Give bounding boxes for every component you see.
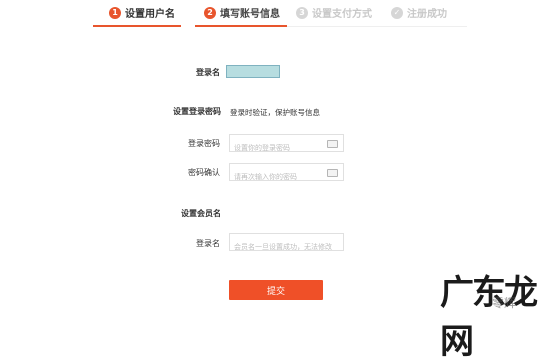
watermark-logo: 广东龙网 <box>440 273 538 362</box>
step-number: 3 <box>296 6 308 19</box>
watermark-subtext: 零辉 <box>492 296 517 310</box>
step-set-username: 1 设置用户名 <box>109 0 175 25</box>
password-section-note: 登录时验证，保护账号信息 <box>230 108 320 117</box>
keyboard-icon[interactable] <box>327 169 338 177</box>
step-register-success: ✓ 注册成功 <box>391 0 447 25</box>
confirm-password-label: 密码确认 <box>188 168 220 177</box>
password-section-title: 设置登录密码 <box>173 107 221 116</box>
step-account-info: 2 填写账号信息 <box>204 0 280 25</box>
confirm-password-input[interactable] <box>230 169 326 185</box>
step-label: 设置支付方式 <box>312 9 372 20</box>
step-number: 1 <box>109 6 121 19</box>
member-name-field[interactable] <box>229 233 344 255</box>
step-number: 2 <box>204 6 216 19</box>
username-label: 登录名 <box>196 68 220 77</box>
step-progress-bar <box>195 25 287 27</box>
password-input[interactable] <box>230 140 326 156</box>
password-label: 登录密码 <box>188 139 220 148</box>
step-label: 填写账号信息 <box>220 9 280 20</box>
check-icon: ✓ <box>391 6 403 19</box>
password-field[interactable] <box>229 134 344 156</box>
step-label: 注册成功 <box>407 9 447 20</box>
member-section-title: 设置会员名 <box>181 209 221 218</box>
username-value-field[interactable] <box>226 65 280 78</box>
member-name-input[interactable] <box>230 239 342 255</box>
step-progress-bar <box>93 25 181 27</box>
submit-button[interactable]: 提交 <box>229 280 323 300</box>
member-name-label: 登录名 <box>196 239 220 248</box>
step-label: 设置用户名 <box>125 9 175 20</box>
registration-steps: 1 设置用户名 2 填写账号信息 3 设置支付方式 ✓ 注册成功 <box>0 0 557 28</box>
keyboard-icon[interactable] <box>327 140 338 148</box>
confirm-password-field[interactable] <box>229 163 344 185</box>
step-payment-method: 3 设置支付方式 <box>296 0 372 25</box>
step-track <box>287 26 467 27</box>
